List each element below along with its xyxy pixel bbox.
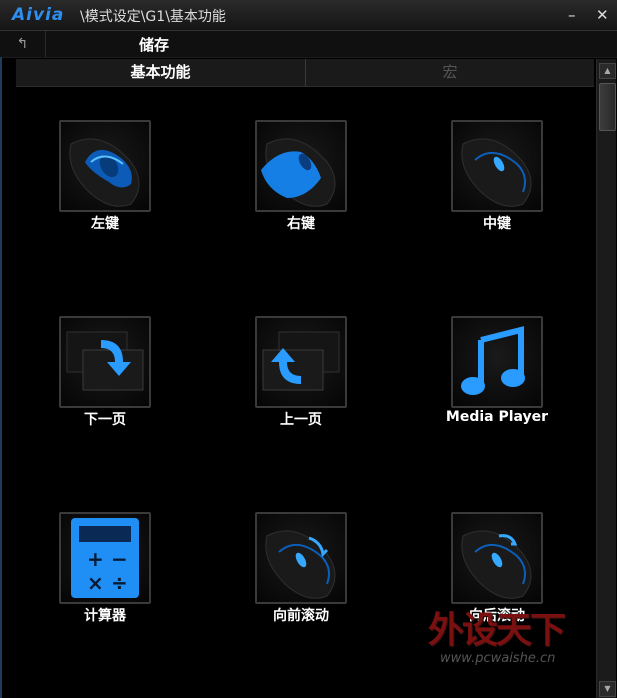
tile-label: 下一页 (84, 412, 126, 428)
tile-scroll-forward[interactable]: 向前滚动 (255, 512, 347, 624)
previous-page-icon (255, 316, 347, 408)
title-bar: Aivia \模式设定\G1\基本功能 – ✕ (0, 0, 617, 31)
tile-scroll-backward[interactable]: 向后滚动 (451, 512, 543, 624)
save-title[interactable]: 储存 (139, 34, 169, 55)
tile-right-click[interactable]: 右键 (255, 120, 347, 232)
tile-label: 上一页 (280, 412, 322, 428)
svg-text:×: × (87, 571, 104, 595)
back-arrow-icon[interactable]: ↰ (0, 31, 46, 57)
next-page-icon (59, 316, 151, 408)
tile-middle-click[interactable]: 中键 (451, 120, 543, 232)
tile-label: Media Player (445, 409, 549, 425)
scroll-up-icon[interactable]: ▲ (599, 63, 616, 79)
svg-text:÷: ÷ (111, 571, 128, 595)
window-title-path: \模式设定\G1\基本功能 (80, 9, 226, 25)
tab-macro[interactable]: 宏 (306, 59, 594, 86)
tile-next-page[interactable]: 下一页 (59, 316, 151, 428)
scroll-backward-icon (451, 512, 543, 604)
watermark-logo: 外设天下 (428, 609, 566, 651)
svg-text:−: − (111, 547, 128, 571)
aivia-logo: Aivia (12, 5, 65, 25)
tab-bar: 基本功能 宏 (16, 59, 594, 87)
vertical-scrollbar[interactable]: ▲ ▼ (596, 59, 616, 698)
tile-label: 左键 (91, 216, 119, 232)
tile-media-player[interactable]: Media Player (446, 316, 548, 425)
scroll-down-icon[interactable]: ▼ (599, 681, 616, 697)
tab-basic-functions[interactable]: 基本功能 (16, 59, 306, 86)
watermark-url: www.pcwaishe.cn (440, 651, 556, 666)
calculator-icon: + − × ÷ (59, 512, 151, 604)
close-button[interactable]: ✕ (596, 6, 609, 24)
tile-label: 右键 (287, 216, 315, 232)
tile-left-click[interactable]: 左键 (59, 120, 151, 232)
sub-header: ↰ 储存 (0, 31, 617, 58)
mouse-right-click-icon (255, 120, 347, 212)
tile-label: 向前滚动 (273, 608, 329, 624)
music-note-icon (451, 316, 543, 408)
tile-label: 计算器 (84, 608, 126, 624)
scroll-thumb[interactable] (599, 83, 616, 131)
watermark: 外设天下 www.pcwaishe.cn (428, 601, 598, 681)
svg-text:+: + (87, 547, 104, 571)
mouse-middle-click-icon (451, 120, 543, 212)
mouse-left-click-icon (59, 120, 151, 212)
left-edge-strip (0, 57, 2, 698)
minimize-button[interactable]: – (568, 6, 576, 24)
tile-label: 中键 (483, 216, 511, 232)
tile-calculator[interactable]: + − × ÷ 计算器 (59, 512, 151, 624)
scroll-forward-icon (255, 512, 347, 604)
tile-previous-page[interactable]: 上一页 (255, 316, 347, 428)
